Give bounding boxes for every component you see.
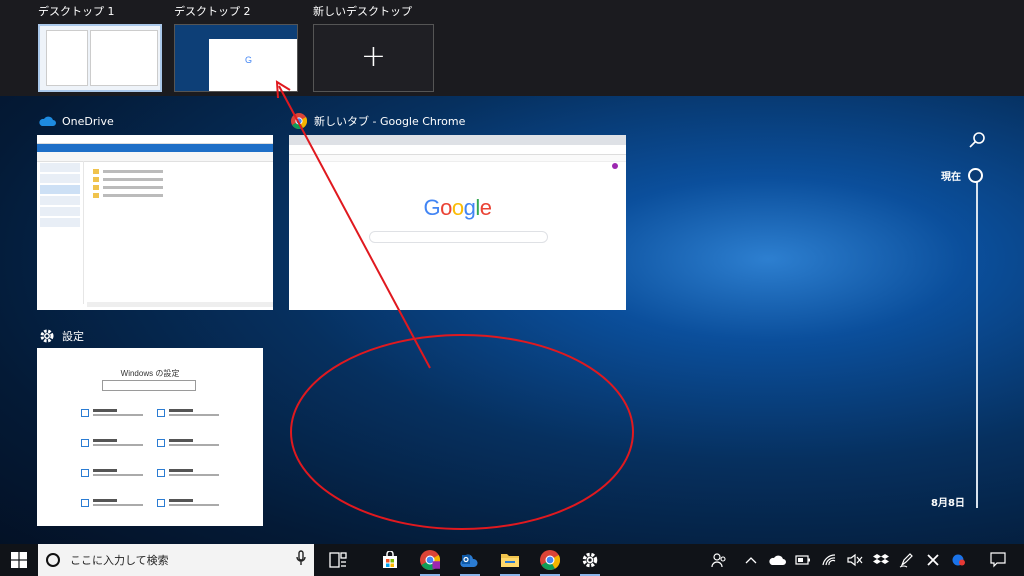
store-icon — [383, 551, 397, 568]
chrome-icon — [540, 550, 560, 570]
pen-icon[interactable] — [894, 544, 920, 576]
wifi-icon[interactable] — [816, 544, 842, 576]
app-icon[interactable] — [946, 544, 972, 576]
annotation-overlay — [275, 80, 634, 530]
system-tray — [706, 544, 1024, 576]
chrome-icon — [420, 550, 440, 570]
battery-icon[interactable] — [790, 544, 816, 576]
taskbar: ここに入力して検索 — [0, 544, 1024, 576]
timeline-search-icon[interactable] — [968, 131, 986, 153]
task-view-button[interactable] — [318, 544, 358, 576]
annotation-arrow — [278, 85, 431, 369]
close-icon[interactable] — [920, 544, 946, 576]
timeline-slider-knob[interactable] — [968, 168, 983, 183]
chevron-up-icon[interactable] — [738, 544, 764, 576]
outlook-icon — [460, 554, 478, 568]
taskbar-search-box[interactable]: ここに入力して検索 — [38, 544, 314, 576]
taskbar-outlook[interactable] — [450, 544, 490, 576]
taskbar-settings[interactable] — [570, 544, 610, 576]
onedrive-icon[interactable] — [764, 544, 790, 576]
windows-logo-icon — [11, 552, 27, 568]
annotation-ellipse — [290, 334, 634, 530]
taskbar-chrome[interactable] — [530, 544, 570, 576]
notification-icon[interactable] — [972, 544, 1024, 576]
settings-icon — [582, 552, 598, 568]
people-icon[interactable] — [706, 544, 732, 576]
file-explorer-icon — [501, 554, 519, 567]
timeline-track[interactable] — [976, 178, 978, 508]
taskbar-chrome-profile[interactable] — [410, 544, 450, 576]
start-button[interactable] — [0, 544, 38, 576]
timeline-date-label: 8月8日 — [931, 498, 965, 509]
dropbox-icon[interactable] — [868, 544, 894, 576]
task-view-icon — [329, 552, 347, 568]
microphone-icon[interactable] — [296, 550, 306, 570]
timeline-now-label: 現在 — [941, 172, 961, 183]
cortana-icon — [46, 553, 60, 567]
taskbar-store[interactable] — [370, 544, 410, 576]
search-placeholder: ここに入力して検索 — [70, 554, 169, 567]
taskbar-file-explorer[interactable] — [490, 544, 530, 576]
volume-mute-icon[interactable] — [842, 544, 868, 576]
